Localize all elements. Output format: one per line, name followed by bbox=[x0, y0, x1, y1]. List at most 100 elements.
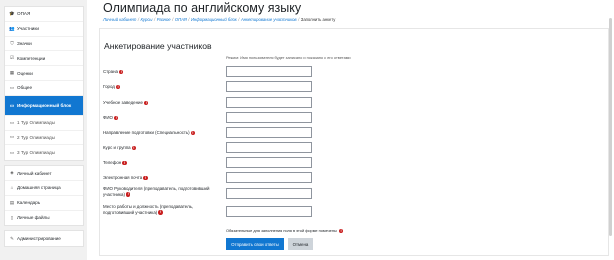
breadcrumb-link[interactable]: Курсы bbox=[140, 17, 152, 22]
required-icon: ! bbox=[115, 84, 121, 90]
required-note-text: Обязательные для заполнения поля в этой … bbox=[226, 228, 337, 233]
sidebar-admin-group: ✎ Администрирование bbox=[4, 230, 84, 248]
sidebar-item[interactable]: 👥 Участники bbox=[5, 22, 83, 37]
text-field[interactable] bbox=[226, 81, 312, 92]
checkbox-icon: ☑ bbox=[9, 55, 15, 61]
sidebar-item[interactable]: ▭ Общее bbox=[5, 81, 83, 96]
field-label-text: Курс и группа bbox=[103, 145, 131, 150]
field-label: ФИО! bbox=[103, 115, 221, 121]
sidebar-item[interactable]: ▭ 1 Тур Олимпиады bbox=[5, 116, 83, 131]
graduation-cap-icon: 🎓 bbox=[9, 10, 15, 16]
sidebar-item[interactable]: ▦ Оценки bbox=[5, 66, 83, 81]
sidebar-item-label: Личный кабинет bbox=[17, 170, 52, 176]
field-label: Город! bbox=[103, 84, 221, 90]
sidebar-item[interactable]: ☑ Компетенции bbox=[5, 51, 83, 67]
text-field[interactable] bbox=[226, 112, 312, 123]
sidebar-item[interactable]: ✎ Администрирование bbox=[5, 231, 83, 246]
field-label-text: Электронная почта bbox=[103, 175, 143, 180]
breadcrumb-separator: / bbox=[298, 17, 300, 22]
required-icon: ! bbox=[131, 145, 137, 151]
text-field[interactable] bbox=[226, 157, 312, 168]
text-field[interactable] bbox=[226, 127, 312, 138]
submit-button[interactable]: Отправить свои ответы bbox=[226, 238, 284, 250]
sidebar-item-label: Общее bbox=[17, 85, 33, 91]
folder-icon: ▭ bbox=[9, 119, 15, 125]
required-icon: ! bbox=[113, 115, 119, 121]
sidebar-item-label: Оценки bbox=[17, 70, 33, 76]
sidebar-item-label: OПАЯ bbox=[17, 11, 31, 17]
field-label-text: ФИО Руководителя (преподаватель, подгото… bbox=[103, 186, 210, 197]
required-icon: ! bbox=[143, 175, 148, 181]
sidebar-item-label: Календарь bbox=[17, 200, 41, 206]
main-region: Олимпиада по английскому языку Личный ка… bbox=[87, 0, 614, 260]
field-label-text: ФИО bbox=[103, 115, 113, 120]
folder-icon: ▭ bbox=[9, 134, 15, 140]
field-label-text: Телефон bbox=[103, 160, 122, 165]
sidebar-item[interactable]: ▤ Календарь bbox=[5, 196, 83, 211]
breadcrumb-separator: / bbox=[172, 17, 174, 22]
folder-icon: ▭ bbox=[9, 149, 15, 155]
folder-icon: ▭ bbox=[9, 84, 15, 90]
folder-icon: ▭ bbox=[9, 102, 15, 108]
dashboard-icon: ◈ bbox=[10, 170, 14, 176]
text-field[interactable] bbox=[226, 206, 312, 217]
field-label-text: Направление подготовки (Специальность) bbox=[103, 130, 190, 135]
required-note: Обязательные для заполнения поля в этой … bbox=[226, 228, 344, 234]
content-card bbox=[99, 28, 609, 256]
sidebar-item-label: 2 Тур Олимпиады bbox=[17, 134, 55, 140]
breadcrumb-separator: / bbox=[238, 17, 240, 22]
home-icon: ⌂ bbox=[10, 185, 14, 191]
sidebar-item-label: Значки bbox=[17, 40, 32, 46]
field-label-text: Город bbox=[103, 84, 115, 89]
text-field[interactable] bbox=[226, 66, 312, 77]
required-icon: ! bbox=[122, 160, 127, 166]
field-label: Электронная почта! bbox=[103, 175, 221, 181]
breadcrumb-separator: / bbox=[188, 17, 190, 22]
required-icon: ! bbox=[158, 210, 163, 215]
sidebar-item[interactable]: ▭ 2 Тур Олимпиады bbox=[5, 131, 83, 146]
mode-note: Режим: Имя пользователя будет записано и… bbox=[226, 55, 351, 60]
scrollbar[interactable] bbox=[609, 18, 612, 236]
breadcrumb-link[interactable]: Личный кабинет bbox=[103, 17, 136, 22]
text-field[interactable] bbox=[226, 188, 312, 199]
sidebar-item-label: Компетенции bbox=[17, 55, 46, 61]
sidebar-item-label: Личные файлы bbox=[17, 215, 50, 221]
text-field[interactable] bbox=[226, 172, 312, 183]
text-field[interactable] bbox=[226, 142, 312, 153]
cancel-button[interactable]: Отмена bbox=[288, 238, 313, 250]
required-icon: ! bbox=[125, 192, 131, 197]
sidebar: 🎓 OПАЯ 👥 Участники ⛉ Значки ☑ Компетенции ▦ Оценк… bbox=[4, 6, 84, 251]
field-label: Страна! bbox=[103, 69, 221, 75]
field-label: Курс и группа! bbox=[103, 145, 221, 151]
field-label-text: Место работы и должность (преподаватель,… bbox=[103, 204, 194, 215]
required-icon: ! bbox=[190, 130, 196, 136]
text-field[interactable] bbox=[226, 97, 312, 108]
breadcrumb-link[interactable]: Информационный блок bbox=[191, 17, 237, 22]
sidebar-item[interactable]: ◈ Личный кабинет bbox=[5, 166, 83, 181]
breadcrumb-link[interactable]: Разное bbox=[157, 17, 171, 22]
sidebar-site-group: ◈ Личный кабинет ⌂ Домашняя страница ▤ Календ… bbox=[4, 165, 84, 227]
breadcrumb-separator: / bbox=[154, 17, 156, 22]
sidebar-item-label: Администрирование bbox=[17, 236, 61, 242]
sidebar-item[interactable]: 🎓 OПАЯ bbox=[5, 7, 83, 22]
field-label-text: Страна bbox=[103, 69, 118, 74]
required-icon: ! bbox=[118, 69, 124, 75]
field-label-text: Учебное заведение bbox=[103, 100, 143, 105]
file-icon: ▯ bbox=[10, 214, 14, 220]
sidebar-item[interactable]: ⌂ Домашняя страница bbox=[5, 181, 83, 196]
sidebar-item-label: Информационный блок bbox=[17, 102, 72, 108]
sidebar-item[interactable]: ▭ Информационный блок bbox=[5, 95, 83, 116]
breadcrumb-link[interactable]: Анкетирование участников bbox=[241, 17, 297, 22]
required-icon: ! bbox=[143, 100, 149, 106]
field-label: Направление подготовки (Специальность)! bbox=[103, 130, 221, 136]
sidebar-item-label: Участники bbox=[17, 26, 39, 32]
sidebar-item[interactable]: ▯ Личные файлы bbox=[5, 211, 83, 226]
sidebar-item[interactable]: ▭ 3 Тур Олимпиады bbox=[5, 145, 83, 160]
sidebar-item-label: 1 Тур Олимпиады bbox=[17, 120, 55, 126]
field-label: ФИО Руководителя (преподаватель, подгото… bbox=[103, 186, 221, 198]
field-label: Место работы и должность (преподаватель,… bbox=[103, 204, 221, 216]
sidebar-item[interactable]: ⛉ Значки bbox=[5, 37, 83, 52]
required-icon: ! bbox=[338, 228, 344, 234]
calendar-icon: ▤ bbox=[9, 199, 15, 205]
breadcrumb-link[interactable]: ОПАЯ bbox=[175, 17, 187, 22]
